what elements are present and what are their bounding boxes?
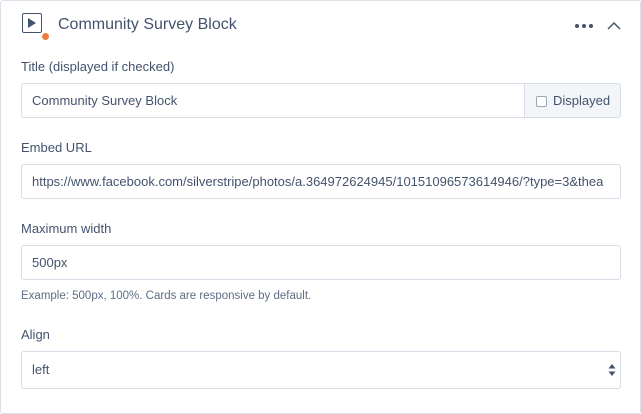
block-header[interactable]: Community Survey Block bbox=[1, 1, 640, 49]
displayed-toggle[interactable]: Displayed bbox=[524, 83, 621, 118]
title-input[interactable]: Community Survey Block bbox=[21, 83, 525, 118]
max-width-label: Maximum width bbox=[21, 221, 112, 236]
max-width-help-text: Example: 500px, 100%. Cards are responsi… bbox=[21, 290, 312, 302]
align-select[interactable]: left bbox=[21, 351, 621, 389]
collapse-button[interactable] bbox=[603, 15, 625, 35]
more-actions-button[interactable] bbox=[572, 15, 596, 35]
displayed-checkbox[interactable] bbox=[536, 96, 547, 107]
select-arrows-icon bbox=[608, 364, 616, 376]
more-dot-icon bbox=[575, 24, 579, 28]
embed-url-label: Embed URL bbox=[21, 140, 92, 155]
more-dot-icon bbox=[582, 24, 586, 28]
play-triangle-icon bbox=[28, 18, 36, 28]
align-label: Align bbox=[21, 327, 50, 342]
embed-url-input[interactable]: https://www.facebook.com/silverstripe/ph… bbox=[21, 164, 621, 199]
more-dot-icon bbox=[589, 24, 593, 28]
chevron-up-icon bbox=[607, 21, 621, 30]
title-field-label: Title (displayed if checked) bbox=[21, 59, 175, 74]
displayed-checkbox-label: Displayed bbox=[553, 93, 611, 108]
max-width-input[interactable]: 500px bbox=[21, 245, 621, 280]
video-play-icon bbox=[22, 13, 42, 33]
status-dot-icon bbox=[41, 32, 50, 41]
element-block-panel: Community Survey Block Title (displayed … bbox=[0, 0, 641, 414]
block-title: Community Survey Block bbox=[58, 16, 237, 33]
